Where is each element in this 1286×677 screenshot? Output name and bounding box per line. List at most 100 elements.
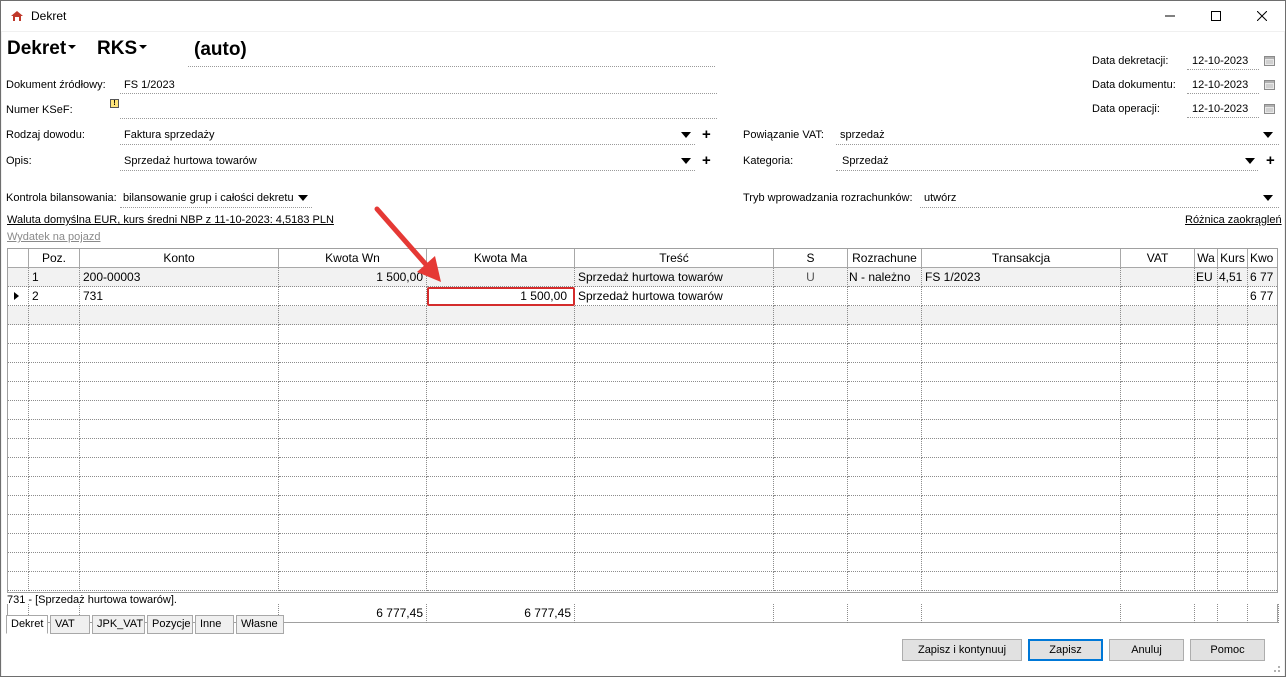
empty-cell[interactable] — [575, 325, 774, 344]
empty-cell[interactable] — [774, 515, 848, 534]
cancel-button[interactable]: Anuluj — [1109, 639, 1184, 661]
empty-cell[interactable] — [1121, 401, 1195, 420]
empty-cell[interactable] — [1121, 458, 1195, 477]
empty-table-row[interactable] — [8, 306, 1277, 325]
empty-cell[interactable] — [279, 325, 427, 344]
empty-cell[interactable] — [1195, 382, 1218, 401]
empty-cell[interactable] — [29, 477, 80, 496]
empty-cell[interactable] — [1218, 306, 1248, 325]
empty-cell[interactable] — [427, 325, 575, 344]
empty-cell[interactable] — [279, 401, 427, 420]
empty-cell[interactable] — [922, 363, 1121, 382]
roznica-link[interactable]: Różnica zaokrągleń — [1185, 214, 1282, 226]
empty-cell[interactable] — [279, 439, 427, 458]
empty-cell[interactable] — [575, 477, 774, 496]
empty-cell[interactable] — [1195, 325, 1218, 344]
empty-cell[interactable] — [922, 572, 1121, 591]
minimize-button[interactable] — [1147, 1, 1193, 31]
empty-cell[interactable] — [8, 344, 29, 363]
empty-cell[interactable] — [575, 420, 774, 439]
empty-cell[interactable] — [774, 496, 848, 515]
empty-cell[interactable] — [29, 306, 80, 325]
empty-cell[interactable] — [1248, 306, 1277, 325]
empty-cell[interactable] — [29, 325, 80, 344]
empty-cell[interactable] — [1248, 420, 1277, 439]
empty-cell[interactable] — [575, 306, 774, 325]
kategoria-select[interactable]: Sprzedaż — [842, 155, 888, 167]
empty-cell[interactable] — [1195, 496, 1218, 515]
tab-jpk-vat[interactable]: JPK_VAT — [92, 615, 145, 634]
empty-cell[interactable] — [922, 477, 1121, 496]
cell-kwota-wn[interactable] — [279, 287, 427, 306]
rodzaj-dowodu-select[interactable]: Faktura sprzedaży — [124, 129, 214, 141]
empty-cell[interactable] — [1218, 515, 1248, 534]
tab-dekret[interactable]: Dekret — [6, 615, 48, 634]
empty-cell[interactable] — [575, 496, 774, 515]
empty-cell[interactable] — [1121, 553, 1195, 572]
cell-vat[interactable] — [1121, 268, 1195, 287]
empty-cell[interactable] — [279, 363, 427, 382]
empty-cell[interactable] — [427, 382, 575, 401]
empty-cell[interactable] — [29, 363, 80, 382]
empty-cell[interactable] — [29, 496, 80, 515]
empty-cell[interactable] — [774, 382, 848, 401]
empty-cell[interactable] — [1121, 515, 1195, 534]
empty-cell[interactable] — [8, 515, 29, 534]
empty-cell[interactable] — [29, 515, 80, 534]
empty-cell[interactable] — [848, 344, 922, 363]
close-button[interactable] — [1239, 1, 1285, 31]
empty-cell[interactable] — [922, 382, 1121, 401]
doc-type-dropdown[interactable]: Dekret — [7, 38, 77, 60]
cell-s[interactable] — [774, 287, 848, 306]
empty-cell[interactable] — [1218, 458, 1248, 477]
cell-kurs[interactable]: 4,51 — [1218, 268, 1248, 287]
cell-waluta[interactable] — [1195, 287, 1218, 306]
chevron-down-icon[interactable] — [1263, 132, 1273, 138]
table-row[interactable]: 1 200-00003 1 500,00 Sprzedaż hurtowa to… — [8, 268, 1277, 287]
powiazanie-select[interactable]: sprzedaż — [840, 129, 885, 141]
empty-cell[interactable] — [8, 496, 29, 515]
empty-cell[interactable] — [922, 401, 1121, 420]
empty-cell[interactable] — [1248, 382, 1277, 401]
empty-cell[interactable] — [279, 477, 427, 496]
empty-cell[interactable] — [922, 515, 1121, 534]
empty-cell[interactable] — [1248, 458, 1277, 477]
empty-cell[interactable] — [575, 515, 774, 534]
table-row[interactable]: 2 731 1 500,00 Sprzedaż hurtowa towarów … — [8, 287, 1277, 306]
empty-cell[interactable] — [1195, 306, 1218, 325]
empty-cell[interactable] — [1218, 420, 1248, 439]
empty-table-row[interactable] — [8, 325, 1277, 344]
empty-cell[interactable] — [8, 439, 29, 458]
empty-cell[interactable] — [80, 515, 279, 534]
empty-cell[interactable] — [279, 306, 427, 325]
empty-cell[interactable] — [848, 439, 922, 458]
empty-cell[interactable] — [848, 420, 922, 439]
column-header-waluta[interactable]: Wa — [1195, 249, 1218, 268]
column-header-poz[interactable]: Poz. — [29, 249, 80, 268]
empty-cell[interactable] — [922, 553, 1121, 572]
empty-cell[interactable] — [80, 458, 279, 477]
empty-cell[interactable] — [1195, 458, 1218, 477]
row-selector[interactable] — [8, 287, 29, 306]
empty-cell[interactable] — [1248, 325, 1277, 344]
empty-cell[interactable] — [8, 534, 29, 553]
calendar-icon[interactable] — [1264, 80, 1275, 90]
empty-cell[interactable] — [1195, 439, 1218, 458]
empty-cell[interactable] — [1248, 534, 1277, 553]
empty-cell[interactable] — [1121, 496, 1195, 515]
empty-cell[interactable] — [29, 553, 80, 572]
empty-cell[interactable] — [774, 401, 848, 420]
empty-cell[interactable] — [774, 306, 848, 325]
empty-cell[interactable] — [427, 306, 575, 325]
empty-cell[interactable] — [848, 306, 922, 325]
empty-cell[interactable] — [575, 534, 774, 553]
empty-cell[interactable] — [774, 534, 848, 553]
empty-cell[interactable] — [1195, 420, 1218, 439]
empty-cell[interactable] — [1218, 496, 1248, 515]
empty-cell[interactable] — [774, 363, 848, 382]
empty-cell[interactable] — [848, 401, 922, 420]
empty-cell[interactable] — [80, 496, 279, 515]
empty-table-row[interactable] — [8, 439, 1277, 458]
empty-cell[interactable] — [575, 382, 774, 401]
tab-wlasne[interactable]: Własne — [236, 615, 284, 634]
